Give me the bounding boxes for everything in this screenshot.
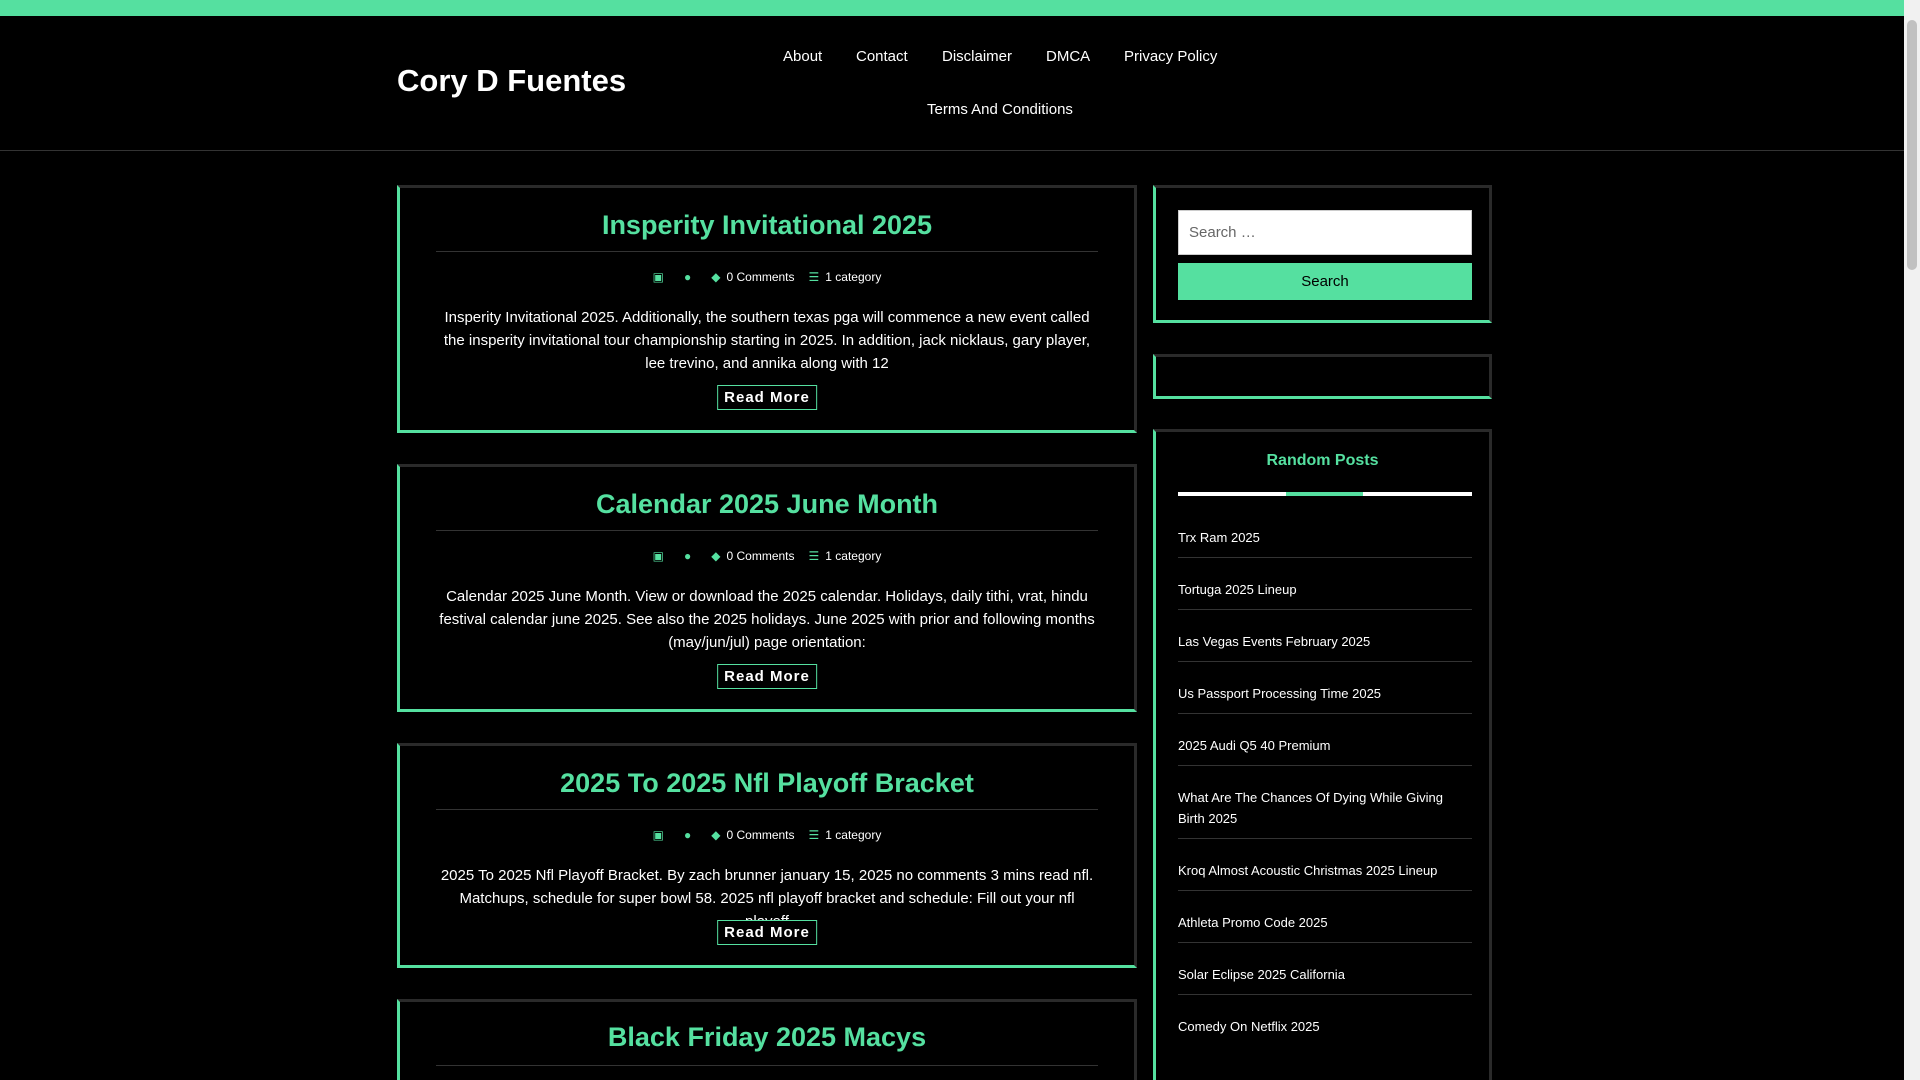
random-post-link[interactable]: Solar Eclipse 2025 California (1178, 964, 1472, 995)
site-header: Cory D Fuentes About Contact Disclaimer … (0, 16, 1904, 151)
calendar-icon: ▣ (652, 270, 664, 284)
user-icon: ● (684, 270, 692, 284)
read-more-button[interactable]: Read More (717, 664, 817, 689)
list-icon: ☰ (808, 828, 820, 842)
post-title[interactable]: Insperity Invitational 2025 (400, 210, 1134, 241)
search-widget: Search … Search (1153, 185, 1492, 323)
random-post-link[interactable]: Athleta Promo Code 2025 (1178, 912, 1472, 943)
date-meta[interactable]: ▣ (653, 828, 670, 842)
nav-about[interactable]: About (783, 48, 822, 65)
author-meta[interactable]: ● (684, 270, 697, 284)
top-accent-bar (0, 0, 1904, 16)
random-post-link[interactable]: Las Vegas Events February 2025 (1178, 631, 1472, 662)
category-meta[interactable]: ☰ 1 category (809, 549, 882, 563)
category-meta[interactable]: ☰ 1 category (809, 828, 882, 842)
post-divider (436, 251, 1098, 252)
random-posts-widget: Random Posts Trx Ram 2025 Tortuga 2025 L… (1153, 429, 1492, 1080)
random-posts-underline (1178, 492, 1472, 496)
category-label: 1 category (825, 828, 882, 842)
post-card: Calendar 2025 June Month ▣ ● ◆ 0 Comments… (397, 464, 1137, 712)
random-post-link[interactable]: Us Passport Processing Time 2025 (1178, 683, 1472, 714)
nav-dmca[interactable]: DMCA (1046, 48, 1090, 65)
post-card: Black Friday 2025 Macys (397, 999, 1137, 1080)
calendar-icon: ▣ (652, 549, 664, 563)
random-post-link[interactable]: What Are The Chances Of Dying While Givi… (1178, 787, 1472, 839)
site-title[interactable]: Cory D Fuentes (397, 63, 626, 99)
random-post-link[interactable]: Comedy On Netflix 2025 (1178, 1016, 1472, 1046)
post-card: 2025 To 2025 Nfl Playoff Bracket ▣ ● ◆ 0 … (397, 743, 1137, 968)
post-excerpt: Calendar 2025 June Month. View or downlo… (439, 588, 1095, 651)
comments-meta[interactable]: ◆ 0 Comments (711, 549, 794, 563)
post-divider (436, 809, 1098, 810)
comments-count: 0 Comments (726, 828, 795, 842)
random-post-link[interactable]: Tortuga 2025 Lineup (1178, 579, 1472, 610)
nav-privacy-policy[interactable]: Privacy Policy (1124, 48, 1217, 65)
comments-icon: ◆ (711, 549, 721, 563)
random-post-link[interactable]: Trx Ram 2025 (1178, 527, 1472, 558)
user-icon: ● (684, 828, 692, 842)
empty-widget (1153, 354, 1492, 399)
author-meta[interactable]: ● (684, 549, 697, 563)
category-label: 1 category (825, 549, 882, 563)
category-meta[interactable]: ☰ 1 category (809, 270, 882, 284)
category-label: 1 category (825, 270, 882, 284)
date-meta[interactable]: ▣ (653, 270, 670, 284)
comments-count: 0 Comments (726, 549, 795, 563)
post-meta: ▣ ● ◆ 0 Comments ☰ 1 category (400, 549, 1134, 563)
calendar-icon: ▣ (652, 828, 664, 842)
post-title[interactable]: Calendar 2025 June Month (400, 489, 1134, 520)
comments-meta[interactable]: ◆ 0 Comments (711, 270, 794, 284)
date-meta[interactable]: ▣ (653, 549, 670, 563)
search-button[interactable]: Search (1178, 263, 1472, 300)
search-input[interactable]: Search … (1178, 210, 1472, 255)
read-more-button[interactable]: Read More (717, 920, 817, 945)
post-card: Insperity Invitational 2025 ▣ ● ◆ 0 Comme… (397, 185, 1137, 433)
comments-icon: ◆ (711, 270, 721, 284)
comments-meta[interactable]: ◆ 0 Comments (711, 828, 794, 842)
post-divider (436, 530, 1098, 531)
comments-count: 0 Comments (726, 270, 795, 284)
page-scrollbar[interactable] (1904, 0, 1920, 1080)
nav-contact[interactable]: Contact (856, 48, 908, 65)
post-meta: ▣ ● ◆ 0 Comments ☰ 1 category (400, 270, 1134, 284)
random-posts-title: Random Posts (1266, 452, 1379, 469)
list-icon: ☰ (808, 549, 820, 563)
post-excerpt: Insperity Invitational 2025. Additionall… (443, 309, 1091, 372)
post-meta: ▣ ● ◆ 0 Comments ☰ 1 category (400, 828, 1134, 842)
read-more-button[interactable]: Read More (717, 385, 817, 410)
random-post-link[interactable]: 2025 Audi Q5 40 Premium (1178, 735, 1472, 766)
comments-icon: ◆ (711, 828, 721, 842)
nav-disclaimer[interactable]: Disclaimer (942, 48, 1012, 65)
post-title[interactable]: Black Friday 2025 Macys (400, 1022, 1134, 1053)
post-title[interactable]: 2025 To 2025 Nfl Playoff Bracket (400, 768, 1134, 799)
post-divider (436, 1065, 1098, 1066)
nav-terms-and-conditions[interactable]: Terms And Conditions (927, 101, 1073, 118)
list-icon: ☰ (808, 270, 820, 284)
user-icon: ● (684, 549, 692, 563)
author-meta[interactable]: ● (684, 828, 697, 842)
scrollbar-thumb[interactable] (1907, 20, 1917, 270)
random-post-link[interactable]: Kroq Almost Acoustic Christmas 2025 Line… (1178, 860, 1472, 891)
underline-accent (1286, 492, 1363, 496)
